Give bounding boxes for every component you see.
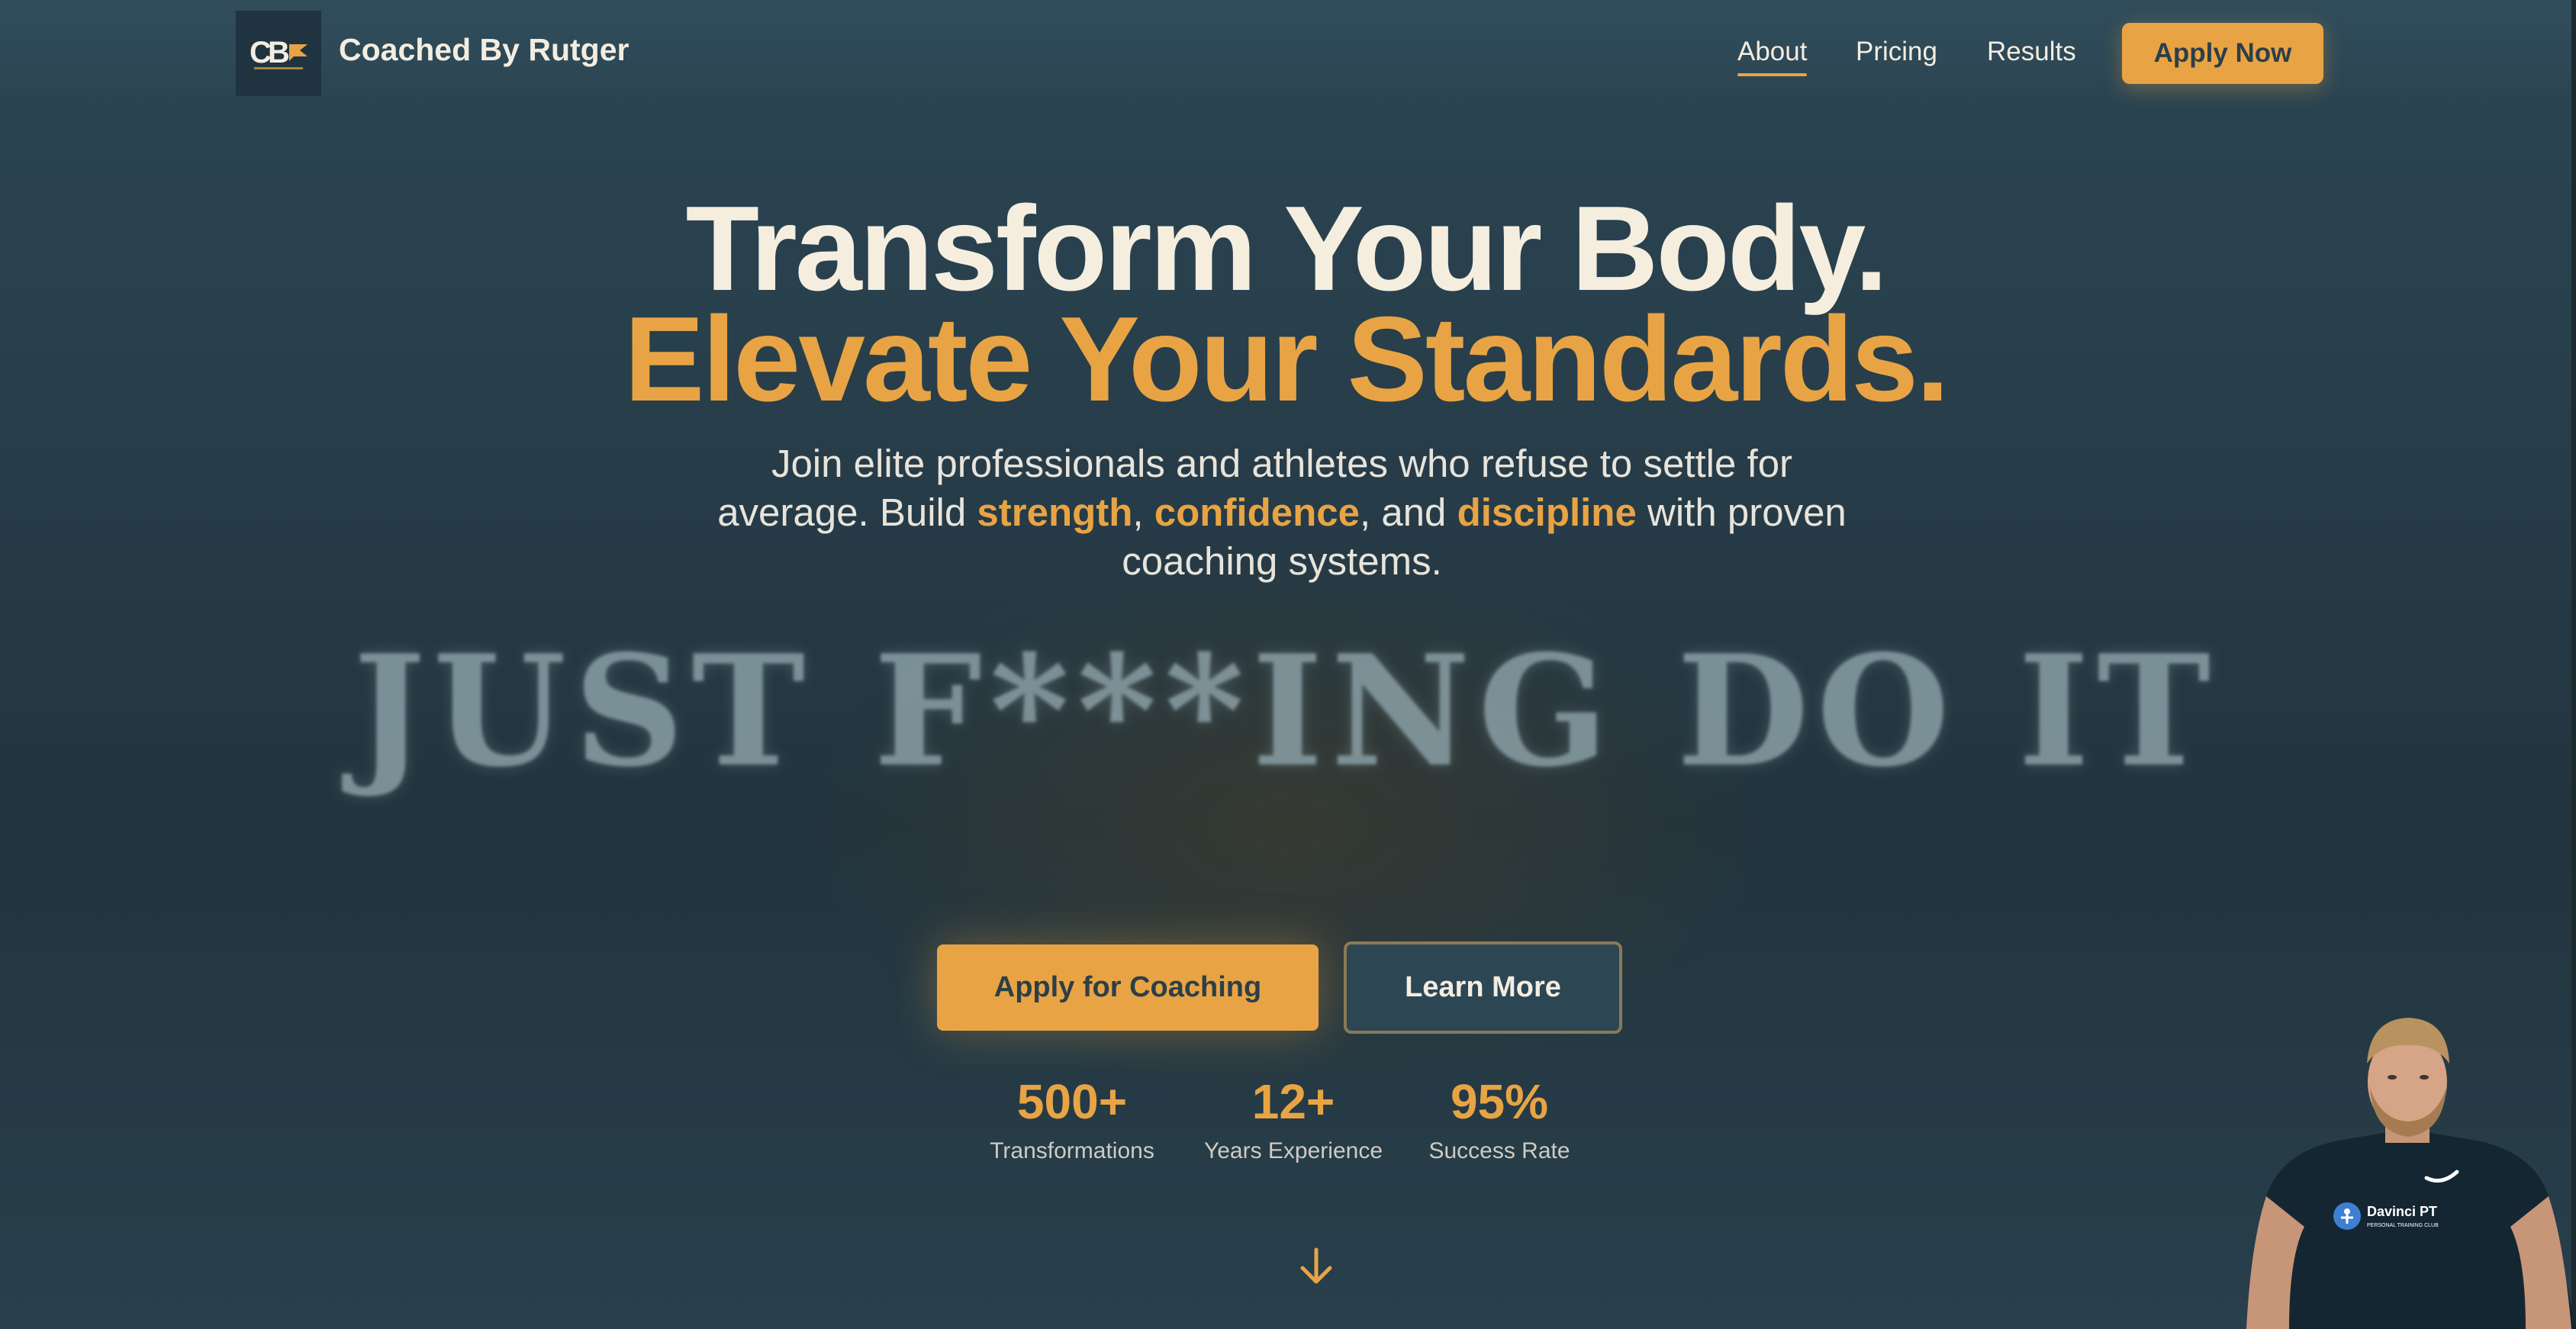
coach-photo: Davinci PT PERSONAL TRAINING CLUB: [2246, 1018, 2576, 1329]
stat-value: 95%: [1450, 1074, 1549, 1129]
apply-now-button[interactable]: Apply Now: [2122, 23, 2323, 84]
learn-more-button[interactable]: Learn More: [1344, 941, 1622, 1034]
stat-transformations: 500+ Transformations: [988, 1077, 1156, 1164]
shirt-logo-subtext: PERSONAL TRAINING CLUB: [2367, 1223, 2439, 1228]
stat-label: Years Experience: [1203, 1138, 1383, 1163]
stat-value: 500+: [1016, 1074, 1128, 1129]
shirt-logo-text: Davinci PT: [2367, 1204, 2437, 1219]
stat-value: 12+: [1251, 1074, 1335, 1129]
stat-success: 95% Success Rate: [1423, 1077, 1576, 1164]
stat-years: 12+ Years Experience: [1198, 1077, 1389, 1164]
hero-subtitle: Join elite professionals and athletes wh…: [717, 442, 1847, 583]
motto-text: JUST F***ING DO IT: [353, 622, 2219, 801]
highlight-strength: strength: [977, 491, 1133, 534]
navbar: C B Coached By Rutger About Pricing Resu…: [0, 0, 2571, 114]
apply-for-coaching-button[interactable]: Apply for Coaching: [937, 944, 1319, 1031]
arrow-down-icon[interactable]: [1295, 1245, 1338, 1288]
nav-link-about[interactable]: About: [1737, 37, 1808, 76]
highlight-discipline: discipline: [1457, 491, 1637, 534]
stat-label: Transformations: [990, 1138, 1154, 1163]
svg-text:B: B: [268, 36, 290, 69]
nav-link-pricing[interactable]: Pricing: [1856, 37, 1937, 67]
hero-title-line2: Elevate Your Standards.: [623, 292, 1950, 426]
cbr-logo-icon: C B: [250, 36, 308, 69]
logo[interactable]: C B: [236, 11, 321, 96]
stat-label: Success Rate: [1428, 1138, 1570, 1163]
highlight-confidence: confidence: [1154, 491, 1360, 534]
hero-title-line1: Transform Your Body.: [685, 182, 1889, 316]
brand-name[interactable]: Coached By Rutger: [339, 32, 629, 68]
nav-link-results[interactable]: Results: [1987, 37, 2076, 67]
